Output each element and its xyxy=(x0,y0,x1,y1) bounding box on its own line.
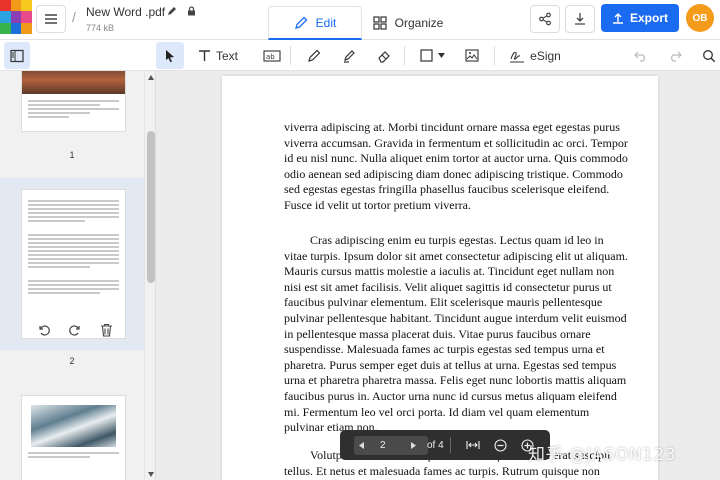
fit-width-button[interactable] xyxy=(466,438,480,452)
fit-width-icon xyxy=(466,441,480,449)
page-number-label: 2 xyxy=(69,356,75,366)
zoom-out-button[interactable] xyxy=(493,438,507,452)
pen-icon xyxy=(308,49,321,62)
redo-icon xyxy=(671,51,682,62)
esign-label: eSign xyxy=(530,48,561,63)
nav-divider xyxy=(450,437,451,453)
sidebar-scrollbar[interactable] xyxy=(144,71,155,480)
sidebar-toggle-button[interactable] xyxy=(4,42,30,69)
file-name[interactable]: New Word .pdf xyxy=(86,5,165,19)
download-button[interactable] xyxy=(565,5,595,33)
share-icon xyxy=(539,12,551,26)
total-pages-label: of 4 xyxy=(427,440,444,451)
menu-button[interactable] xyxy=(36,5,66,33)
tab-organize-label: Organize xyxy=(394,16,444,30)
thumbnail-photo xyxy=(31,405,116,447)
top-header: / New Word .pdf 774 kB Edit Organize Exp… xyxy=(0,0,720,40)
scroll-down-icon[interactable] xyxy=(148,472,154,477)
prev-page-button[interactable] xyxy=(354,438,368,452)
toolbar-divider xyxy=(494,46,495,65)
file-size: 774 kB xyxy=(86,23,115,33)
undo-button[interactable] xyxy=(630,42,652,69)
thumbnail-actions xyxy=(28,315,122,345)
watermark: 知乎 @JASON123 xyxy=(528,445,677,465)
caret-right-icon xyxy=(410,441,416,449)
rectangle-icon xyxy=(419,49,433,62)
esign-icon xyxy=(510,51,525,63)
export-button[interactable]: Export xyxy=(601,4,679,32)
lock-icon[interactable] xyxy=(184,4,198,18)
trash-icon[interactable] xyxy=(100,323,113,337)
redo-button[interactable] xyxy=(664,42,686,69)
text-tool[interactable]: Text xyxy=(194,42,242,69)
shape-tool[interactable] xyxy=(416,42,448,69)
edit-toolbar: Text ab eSign xyxy=(0,40,720,71)
grid-icon xyxy=(373,16,387,30)
page-thumbnail-1[interactable] xyxy=(21,71,126,132)
text-icon xyxy=(198,50,210,61)
esign-tool[interactable]: eSign xyxy=(508,42,562,69)
page-number-label: 1 xyxy=(69,150,75,160)
page-thumbnail-sidebar: 1 2 xyxy=(0,71,156,480)
eraser-icon xyxy=(378,50,390,63)
tab-organize[interactable]: Organize xyxy=(366,6,450,40)
tab-edit[interactable]: Edit xyxy=(268,6,362,40)
upload-icon xyxy=(612,13,623,24)
rotate-right-icon[interactable] xyxy=(68,323,82,337)
sidebar-scroll-thumb[interactable] xyxy=(147,131,155,283)
replace-text-icon: ab xyxy=(263,49,281,62)
page-navigator: 2 of 4 xyxy=(340,430,550,460)
download-icon xyxy=(575,13,585,25)
image-tool[interactable] xyxy=(460,42,484,69)
undo-icon xyxy=(634,51,645,62)
text-tool-label: Text xyxy=(215,48,238,63)
rotate-left-icon[interactable] xyxy=(37,323,51,337)
highlighter-tool[interactable] xyxy=(337,42,361,69)
page-thumbnail-3[interactable] xyxy=(21,395,126,480)
app-logo[interactable] xyxy=(0,0,32,34)
caret-left-icon xyxy=(358,441,364,449)
toolbar-divider xyxy=(290,46,291,65)
breadcrumb-separator: / xyxy=(72,9,76,25)
next-page-button[interactable] xyxy=(406,438,420,452)
pen-tool[interactable] xyxy=(302,42,326,69)
image-icon xyxy=(465,49,479,62)
select-tool[interactable] xyxy=(156,42,184,69)
paragraph[interactable]: viverra adipiscing at. Morbi tincidunt o… xyxy=(284,120,628,214)
rename-pencil-icon[interactable] xyxy=(165,4,179,18)
sidebar-toggle-icon xyxy=(10,49,24,62)
tab-edit-label: Edit xyxy=(315,15,337,30)
highlighter-icon xyxy=(344,49,355,63)
svg-text:ab: ab xyxy=(266,53,275,61)
thumbnail-photo xyxy=(22,71,125,94)
user-avatar[interactable]: OB xyxy=(686,4,714,32)
pdf-editor-app: / New Word .pdf 774 kB Edit Organize Exp… xyxy=(0,0,720,480)
replace-text-tool[interactable]: ab xyxy=(260,42,284,69)
search-button[interactable] xyxy=(698,42,720,69)
export-label: Export xyxy=(629,11,668,25)
caret-down-icon xyxy=(437,53,445,58)
zoom-out-icon xyxy=(493,438,507,452)
hamburger-icon xyxy=(45,14,57,24)
toolbar-divider xyxy=(404,46,405,65)
paragraph[interactable]: Cras adipiscing enim eu turpis egestas. … xyxy=(284,233,628,436)
search-icon xyxy=(703,49,716,62)
select-arrow-icon xyxy=(166,49,174,62)
edit-pencil-icon xyxy=(294,16,308,29)
eraser-tool[interactable] xyxy=(372,42,396,69)
document-page: viverra adipiscing at. Morbi tincidunt o… xyxy=(222,76,658,480)
scroll-up-icon[interactable] xyxy=(148,75,154,80)
share-button[interactable] xyxy=(530,5,560,33)
current-page-input[interactable]: 2 xyxy=(380,440,386,451)
